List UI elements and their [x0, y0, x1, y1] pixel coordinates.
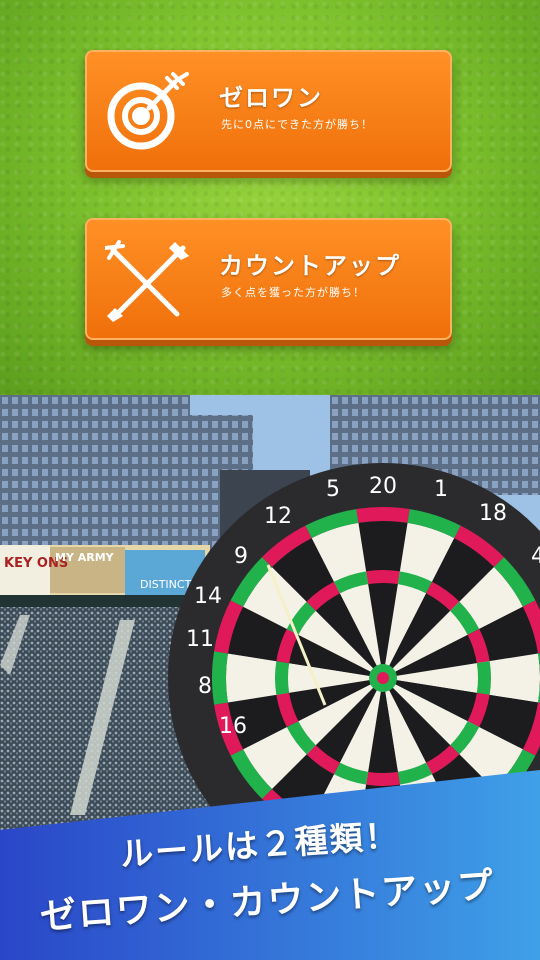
count-up-mode-button[interactable]: カウントアップ 多く点を獲った方が勝ち！: [85, 218, 452, 340]
dartboard-number: 11: [186, 627, 214, 652]
dartboard-number: 5: [326, 477, 340, 502]
dartboard-number: 16: [219, 714, 247, 739]
double-ring-segment: [356, 507, 410, 523]
dartboard-number: 12: [264, 504, 292, 529]
dartboard-number: 8: [198, 674, 212, 699]
mode-select-panel: ゼロワン 先に0点にできた方が勝ち！ カウントアップ 多く点を獲った方が勝ち！: [0, 0, 540, 395]
dartboard-number: 20: [369, 474, 397, 499]
dartboard-number: 1: [434, 477, 448, 502]
zero-one-title: ゼロワン: [219, 84, 323, 112]
crossed-darts-icon: [105, 240, 189, 322]
double-ring-segment: [212, 651, 228, 705]
bullseye: [377, 672, 389, 684]
dartboard-number: 4: [531, 544, 540, 569]
target-dart-icon: [107, 72, 189, 150]
triple-ring-segment: [476, 661, 491, 695]
dartboard-number: 9: [234, 544, 248, 569]
zero-one-mode-button[interactable]: ゼロワン 先に0点にできた方が勝ち！: [85, 50, 452, 172]
count-up-title: カウントアップ: [219, 252, 401, 280]
count-up-subtitle: 多く点を獲った方が勝ち！: [221, 286, 365, 299]
triple-ring-segment: [366, 570, 400, 585]
rules-banner: ルールは２種類！ ゼロワン・カウントアップ: [0, 770, 540, 960]
dartboard-number: 14: [194, 584, 222, 609]
triple-ring-segment: [275, 661, 290, 695]
dartboard-number: 18: [479, 501, 507, 526]
zero-one-subtitle: 先に0点にできた方が勝ち！: [221, 118, 373, 131]
